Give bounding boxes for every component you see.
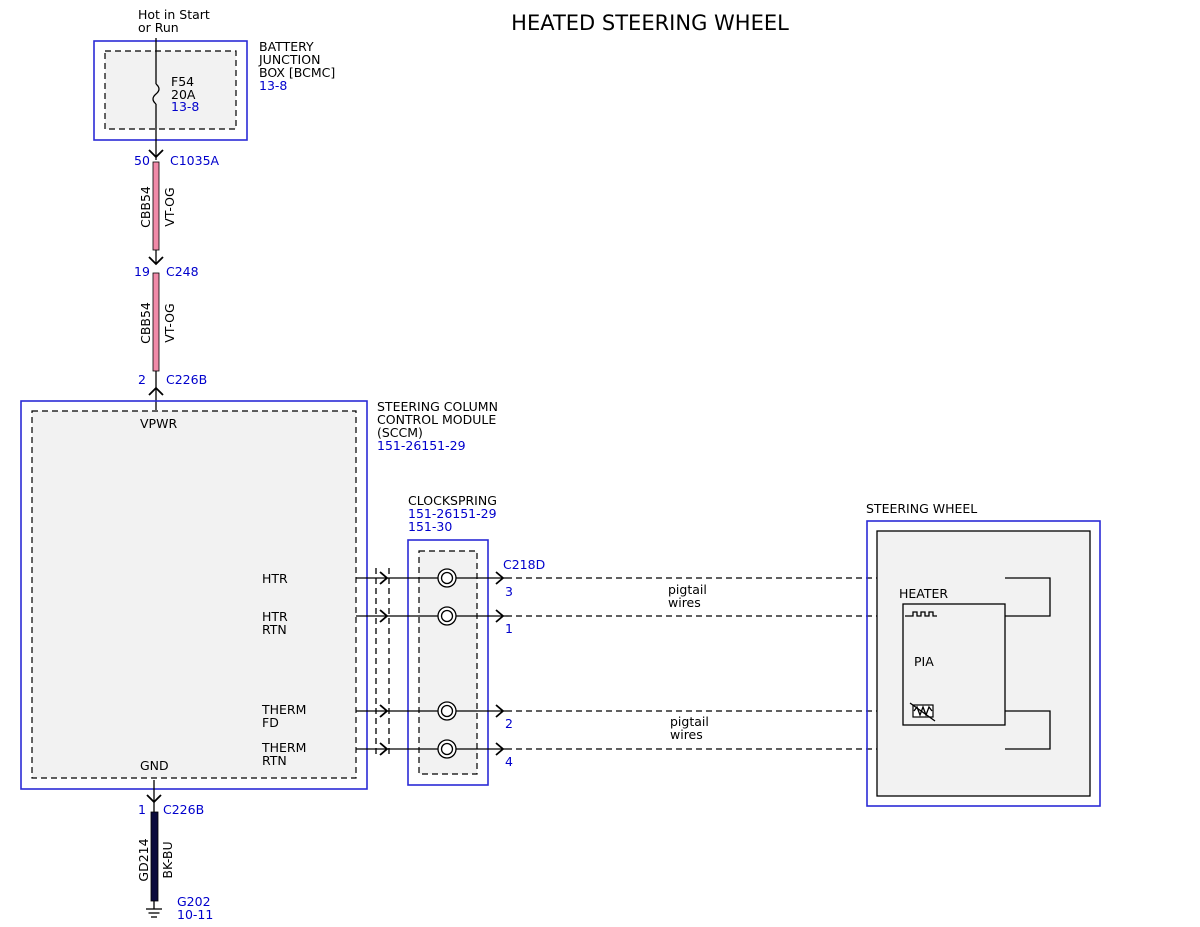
ground-symbol-icon: [146, 908, 162, 918]
c226b-power-pin: 2: [138, 372, 146, 387]
clockspring-coil-3-icon: [437, 701, 457, 721]
power-source-line2: or Run: [138, 20, 179, 35]
pigtail-label-lower-line2: wires: [670, 727, 703, 742]
steering-wheel-name: STEERING WHEEL: [866, 501, 977, 516]
upper-wire-segment: [152, 161, 160, 251]
sccm-pin-htr: HTR: [262, 571, 288, 586]
c1035a-pin: 50: [134, 153, 150, 168]
sccm-inner: [31, 410, 357, 779]
middle-wire-segment: [152, 272, 160, 372]
clockspring-ref-2: 151-30: [408, 519, 452, 534]
ground-wire-circuit: GD214: [136, 838, 151, 881]
sccm-pin-htr-rtn-line2: RTN: [262, 622, 287, 637]
ground-wire-segment: [150, 811, 159, 902]
middle-wire-color: VT-OG: [162, 303, 177, 342]
sccm-ref: 151-26151-29: [377, 438, 466, 453]
ground-wire-color: BK-BU: [160, 841, 175, 878]
sccm-pin-therm-rtn-line2: RTN: [262, 753, 287, 768]
c218d-pin-1: 1: [505, 621, 513, 636]
upper-wire-color: VT-OG: [162, 187, 177, 226]
c218d-pin-2: 2: [505, 716, 513, 731]
c218d-pin-4: 4: [505, 754, 513, 769]
clockspring-coil-2-icon: [437, 606, 457, 626]
sccm-vpwr-label: VPWR: [140, 416, 177, 431]
c248-id: C248: [166, 264, 199, 279]
c1035a-id: C1035A: [170, 153, 220, 168]
sccm-gnd-label: GND: [140, 758, 169, 773]
wiring-diagram: HEATED STEERING WHEEL Hot in Start or Ru…: [20, 7, 1101, 922]
middle-wire-circuit: CBB54: [138, 302, 153, 344]
ground-point-ref: 10-11: [177, 907, 213, 922]
clockspring-coil-4-icon: [437, 739, 457, 759]
c226b-power-id: C226B: [166, 372, 207, 387]
c226b-ground-pin: 1: [138, 802, 146, 817]
c218d-pin-3: 3: [505, 584, 513, 599]
steering-wheel: STEERING WHEEL HEATER PIA: [866, 501, 1101, 807]
c226b-ground-id: C226B: [163, 802, 204, 817]
c248-pin: 19: [134, 264, 150, 279]
upper-wire-circuit: CBB54: [138, 186, 153, 228]
bjb-ref: 13-8: [259, 78, 287, 93]
c218d-id: C218D: [503, 557, 545, 572]
diagram-title: HEATED STEERING WHEEL: [511, 11, 789, 35]
clockspring-coil-1-icon: [437, 568, 457, 588]
pigtail-label-upper-line2: wires: [668, 595, 701, 610]
heater-label: HEATER: [899, 586, 948, 601]
battery-junction-box: BATTERY JUNCTION BOX [BCMC] 13-8: [93, 39, 335, 141]
fuse-ref: 13-8: [171, 99, 199, 114]
pia-label: PIA: [914, 654, 934, 669]
sccm-pin-therm-fd-line2: FD: [262, 715, 279, 730]
